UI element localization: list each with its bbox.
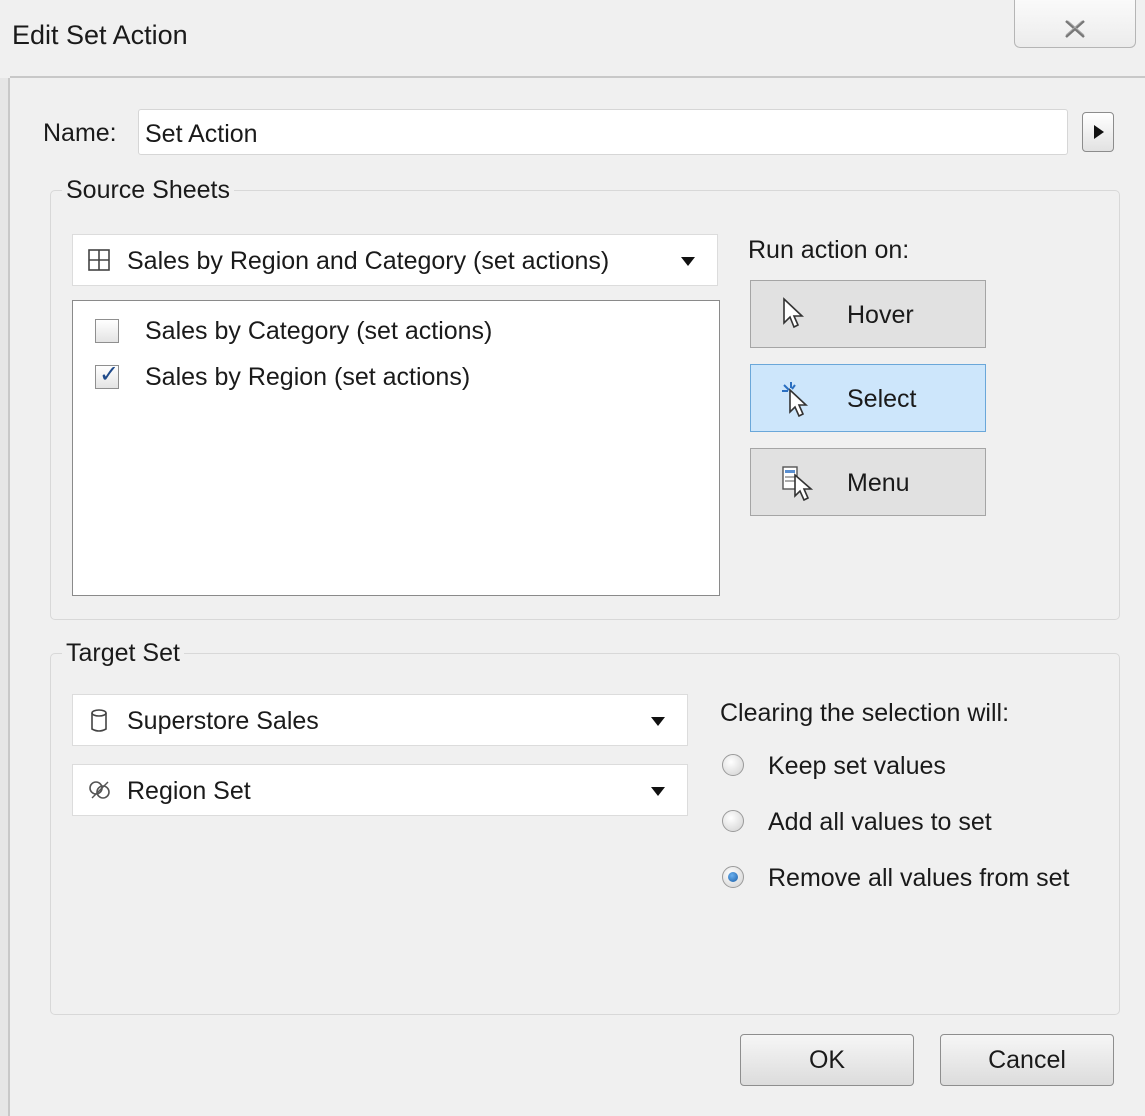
run-on-select-button[interactable]: Select: [750, 364, 986, 432]
dashboard-dropdown-value: Sales by Region and Category (set action…: [127, 247, 610, 275]
checkmark-icon: ✓: [99, 361, 120, 388]
name-label: Name:: [43, 119, 117, 147]
menu-cursor-icon: [781, 465, 814, 508]
clearing-label: Clearing the selection will:: [720, 699, 1010, 727]
hover-label: Hover: [847, 301, 914, 329]
hover-cursor-icon: [781, 297, 807, 338]
radio-button-selected[interactable]: [722, 866, 744, 888]
chevron-down-icon: [681, 257, 695, 266]
close-icon: [1063, 12, 1087, 42]
run-action-label: Run action on:: [748, 236, 910, 264]
run-on-hover-button[interactable]: Hover: [750, 280, 986, 348]
radio-label: Remove all values from set: [768, 864, 1070, 892]
name-input[interactable]: Set Action: [138, 109, 1068, 155]
close-button[interactable]: [1014, 0, 1136, 48]
database-icon: [87, 708, 111, 741]
set-icon: [87, 778, 113, 809]
data-source-dropdown[interactable]: Superstore Sales: [72, 694, 688, 746]
data-source-value: Superstore Sales: [127, 707, 319, 735]
dialog-title: Edit Set Action: [12, 20, 188, 50]
source-sheets-label: Source Sheets: [62, 176, 234, 205]
ok-button[interactable]: OK: [740, 1034, 914, 1086]
run-on-menu-button[interactable]: Menu: [750, 448, 986, 516]
window-edge: [0, 78, 10, 1116]
radio-label: Add all values to set: [768, 808, 992, 836]
chevron-down-icon: [651, 717, 665, 726]
radio-button[interactable]: [722, 810, 744, 832]
sheet-item-label: Sales by Category (set actions): [145, 317, 493, 345]
cancel-button[interactable]: Cancel: [940, 1034, 1114, 1086]
chevron-down-icon: [651, 787, 665, 796]
set-value: Region Set: [127, 777, 251, 805]
dashboard-grid-icon: [87, 248, 111, 279]
select-cursor-icon: [781, 381, 811, 424]
checkbox-checked[interactable]: ✓: [95, 361, 119, 389]
target-set-label: Target Set: [62, 639, 184, 668]
checkbox[interactable]: [95, 319, 119, 343]
dashboard-dropdown[interactable]: Sales by Region and Category (set action…: [72, 234, 718, 286]
select-label: Select: [847, 385, 917, 413]
menu-label: Menu: [847, 469, 910, 497]
radio-label: Keep set values: [768, 752, 946, 780]
sheet-item-label: Sales by Region (set actions): [145, 363, 471, 391]
set-dropdown[interactable]: Region Set: [72, 764, 688, 816]
source-sheet-list: Sales by Category (set actions) ✓ Sales …: [72, 300, 720, 596]
radio-button[interactable]: [722, 754, 744, 776]
divider: [10, 76, 1145, 78]
insert-field-button[interactable]: [1082, 112, 1114, 152]
